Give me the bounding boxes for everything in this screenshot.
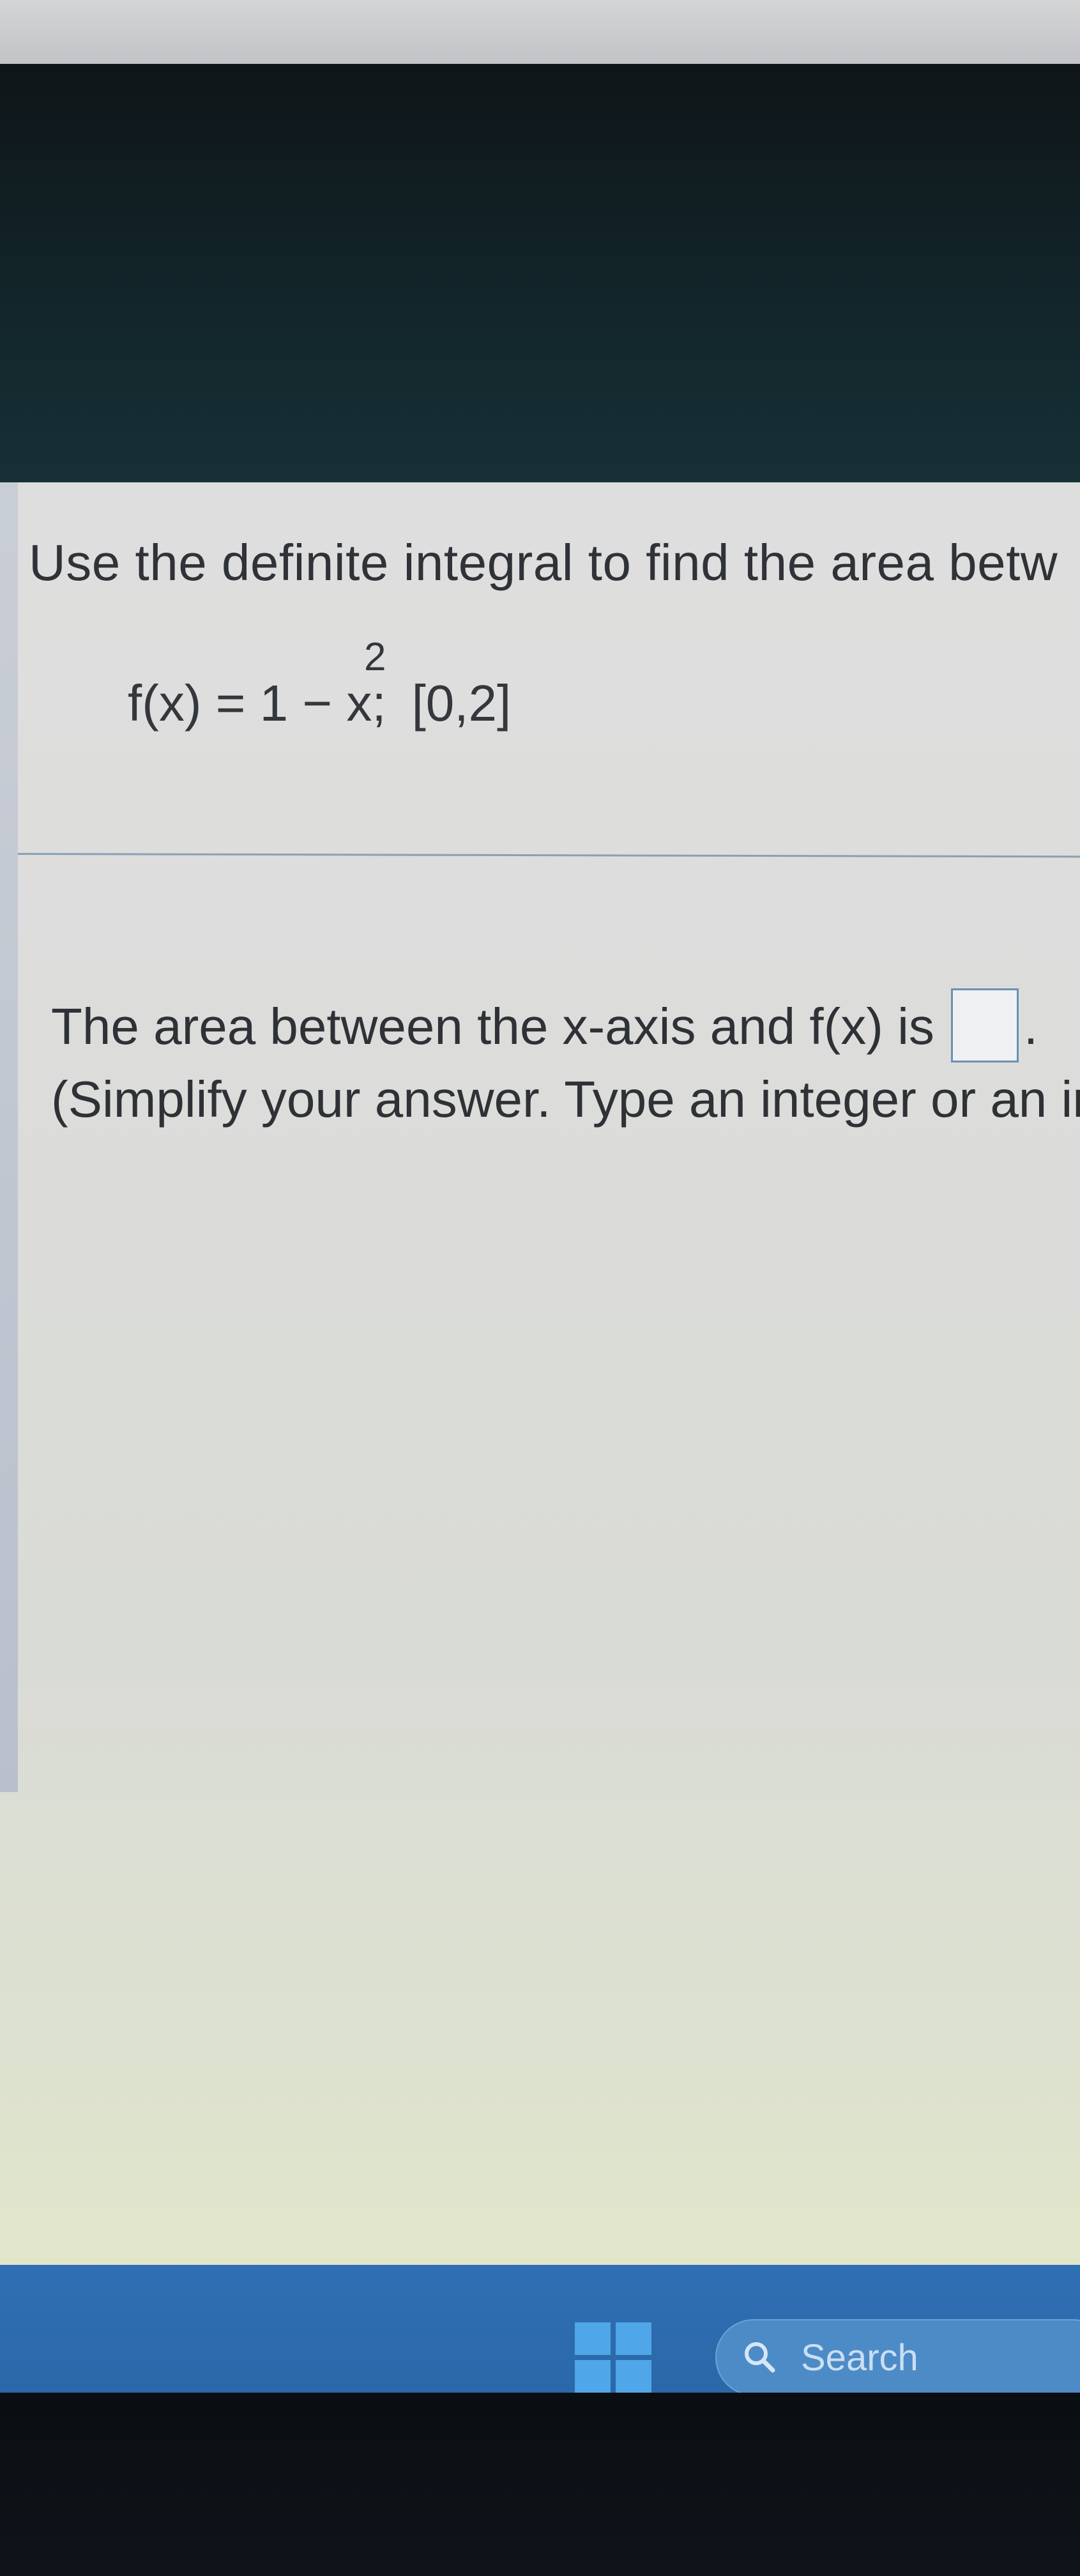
taskbar-search-box[interactable]: Search (715, 2319, 1080, 2396)
section-divider (17, 853, 1080, 858)
answer-line: The area between the x-axis and f(x) is. (51, 988, 1038, 1068)
formula-interval: [0,2] (411, 675, 512, 732)
question-instruction: Use the definite integral to find the ar… (29, 534, 1058, 591)
answer-prompt: The area between the x-axis and f(x) is (51, 998, 934, 1055)
formula-lhs: f(x) = 1 − x (128, 675, 372, 732)
answer-input[interactable] (950, 988, 1019, 1062)
page-header-band (0, 64, 1080, 486)
answer-period: . (1023, 998, 1038, 1055)
monitor-bezel (0, 2393, 1080, 2576)
windows-logo-icon[interactable] (575, 2322, 651, 2393)
formula-separator: ; (372, 675, 386, 732)
monitor-top-area (0, 0, 1080, 64)
search-label: Search (801, 2336, 918, 2379)
formula-exponent: 2 (364, 635, 386, 679)
answer-hint: (Simplify your answer. Type an integer o… (51, 1071, 1080, 1128)
question-panel: Use the definite integral to find the ar… (0, 482, 1080, 2268)
taskbar: Search (0, 2265, 1080, 2396)
function-formula: f(x) = 1 − x 2; [0,2] (128, 635, 512, 733)
search-icon (745, 2342, 775, 2373)
